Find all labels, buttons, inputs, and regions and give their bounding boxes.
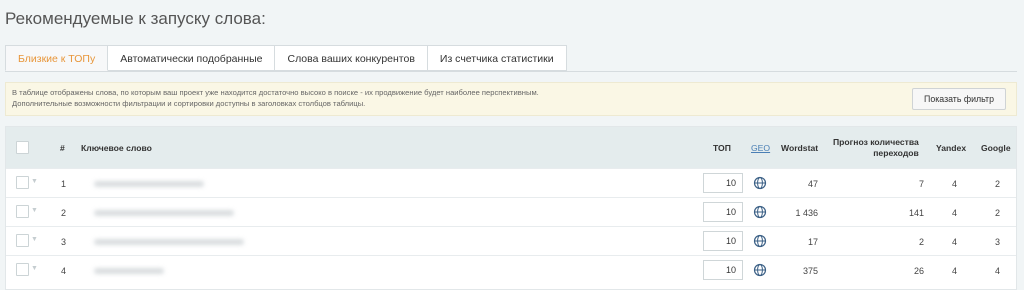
tab-divider <box>5 71 1017 72</box>
row-google: 2 <box>995 179 1001 189</box>
row-wordstat: 1 436 <box>795 208 818 218</box>
row-checkbox[interactable] <box>16 176 29 189</box>
row-num: 3 <box>61 237 67 247</box>
row-yandex: 4 <box>952 266 958 276</box>
globe-icon[interactable] <box>753 234 767 248</box>
row-checkbox[interactable] <box>16 205 29 218</box>
row-num: 1 <box>61 179 67 189</box>
header-geo[interactable]: GEO <box>751 143 770 153</box>
select-all-checkbox[interactable] <box>16 141 29 154</box>
row-yandex: 4 <box>952 179 958 189</box>
header-yandex[interactable]: Yandex <box>936 143 966 153</box>
row-checkbox[interactable] <box>16 234 29 247</box>
row-forecast: 7 <box>918 179 924 189</box>
row-dropdown-icon[interactable]: ▼ <box>31 207 38 214</box>
show-filter-button[interactable]: Показать фильтр <box>912 88 1006 110</box>
top-input[interactable]: 10 <box>703 173 743 193</box>
row-wordstat: 375 <box>802 266 818 276</box>
page-title: Рекомендуемые к запуску слова: <box>5 9 266 28</box>
header-forecast-line1: Прогноз количества <box>833 137 919 147</box>
row-forecast: 2 <box>918 237 924 247</box>
row-num: 2 <box>61 208 67 218</box>
tab-bar: Близкие к ТОПу Автоматически подобранные… <box>5 45 567 71</box>
tab-close-to-top[interactable]: Близкие к ТОПу <box>5 45 109 71</box>
tab-from-counter[interactable]: Из счетчика статистики <box>427 45 567 71</box>
table-row: ▼ 2 10 1 436 141 4 2 <box>6 197 1016 227</box>
header-google[interactable]: Google <box>981 143 1011 153</box>
tab-auto-selected[interactable]: Автоматически подобранные <box>108 45 276 71</box>
row-yandex: 4 <box>952 237 958 247</box>
info-line-1: В таблице отображены слова, по которым в… <box>12 88 539 97</box>
header-top[interactable]: ТОП <box>713 143 731 153</box>
row-dropdown-icon[interactable]: ▼ <box>31 178 38 185</box>
header-num: # <box>60 143 65 153</box>
row-num: 4 <box>61 266 67 276</box>
row-wordstat: 47 <box>807 179 818 189</box>
table-header: # Ключевое слово ТОП GEO Wordstat Прогно… <box>6 127 1016 168</box>
top-input[interactable]: 10 <box>703 260 743 280</box>
row-wordstat: 17 <box>807 237 818 247</box>
tab-competitor-words[interactable]: Слова ваших конкурентов <box>275 45 428 71</box>
keywords-table: # Ключевое слово ТОП GEO Wordstat Прогно… <box>5 126 1017 290</box>
info-text: В таблице отображены слова, по которым в… <box>12 88 539 109</box>
globe-icon[interactable] <box>753 176 767 190</box>
header-wordstat[interactable]: Wordstat <box>781 143 818 153</box>
row-forecast: 26 <box>913 266 924 276</box>
row-checkbox[interactable] <box>16 263 29 276</box>
header-keyword[interactable]: Ключевое слово <box>81 143 152 153</box>
header-forecast-line2: переходов <box>873 148 919 158</box>
row-dropdown-icon[interactable]: ▼ <box>31 265 38 272</box>
table-row: ▼ 3 10 17 2 4 3 <box>6 226 1016 256</box>
row-google: 3 <box>995 237 1001 247</box>
top-input[interactable]: 10 <box>703 231 743 251</box>
info-line-2: Дополнительные возможности фильтрации и … <box>12 98 366 108</box>
keyword-blurred <box>94 181 204 187</box>
top-input[interactable]: 10 <box>703 202 743 222</box>
row-forecast: 141 <box>908 208 924 218</box>
table-row: ▼ 1 10 47 7 4 2 <box>6 168 1016 198</box>
info-banner: В таблице отображены слова, по которым в… <box>5 82 1017 116</box>
row-google: 2 <box>995 208 1001 218</box>
row-dropdown-icon[interactable]: ▼ <box>31 236 38 243</box>
table-row: ▼ 4 10 375 26 4 4 <box>6 255 1016 285</box>
keyword-blurred <box>94 239 244 245</box>
row-yandex: 4 <box>952 208 958 218</box>
globe-icon[interactable] <box>753 205 767 219</box>
globe-icon[interactable] <box>753 263 767 277</box>
row-google: 4 <box>995 266 1001 276</box>
header-forecast[interactable]: Прогноз количества переходов <box>833 137 919 159</box>
keyword-blurred <box>94 210 234 216</box>
keyword-blurred <box>94 268 164 274</box>
